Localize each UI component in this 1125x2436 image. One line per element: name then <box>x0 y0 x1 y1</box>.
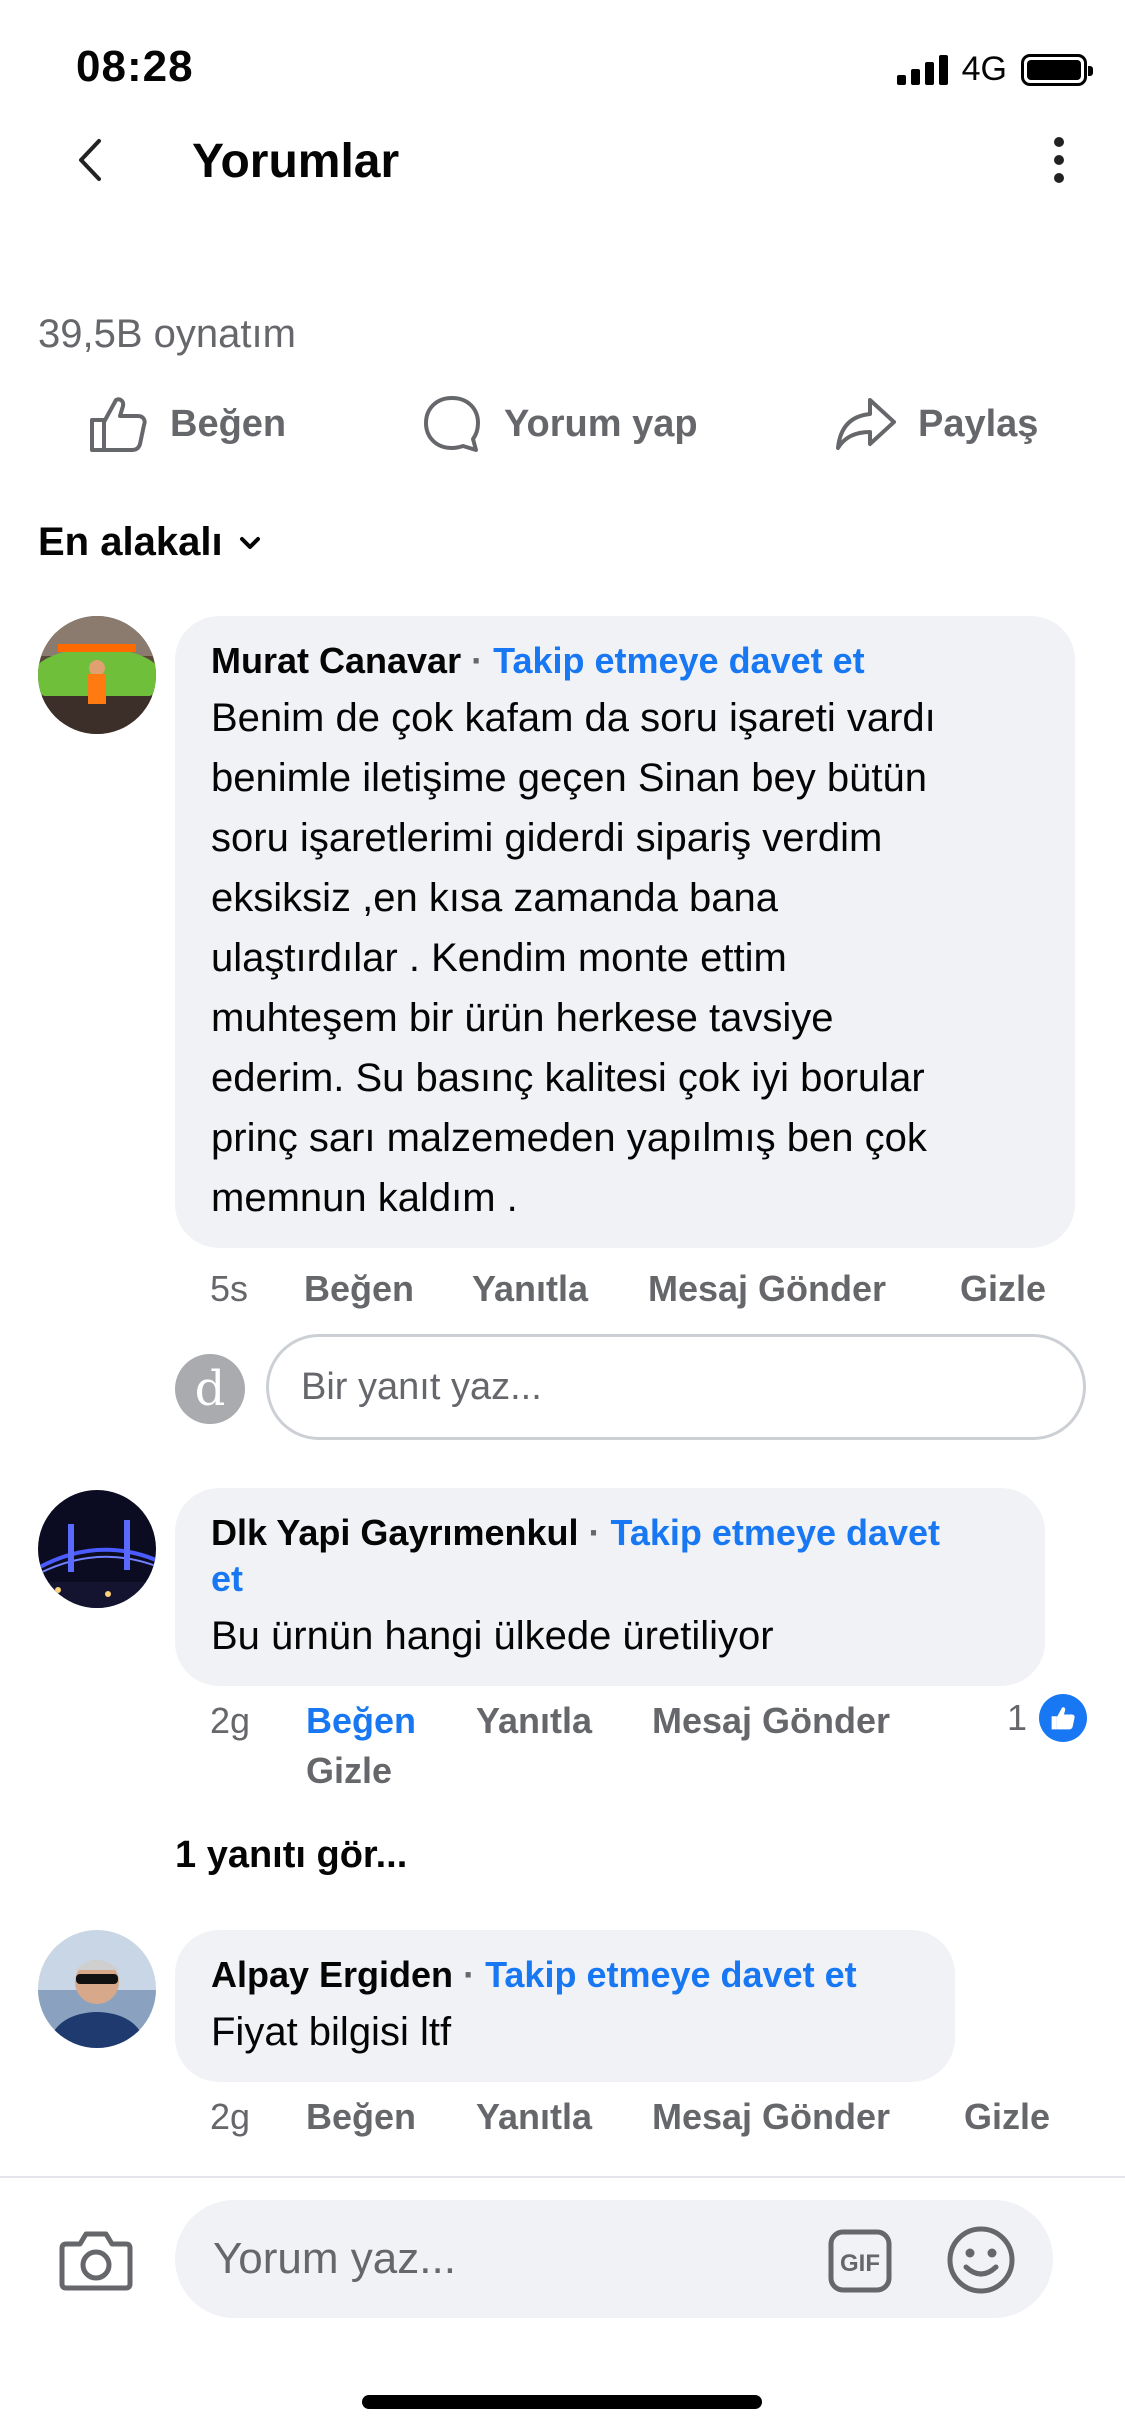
comment-time: 2g <box>210 2096 251 2137</box>
comment-bubble[interactable]: Dlk Yapi Gayrımenkul · Takip etmeye dave… <box>175 1488 1045 1686</box>
network-type: 4G <box>961 50 1007 88</box>
comment-hide-button[interactable]: Gizle <box>964 2096 1050 2138</box>
comment-text: Benim de çok kafam da soru işareti vardı… <box>211 688 1039 1228</box>
author-line: Alpay Ergiden · Takip etmeye davet et <box>211 1952 919 1998</box>
comment-like-button[interactable]: Beğen <box>306 2096 416 2138</box>
comment-button-label: Yorum yap <box>504 402 698 445</box>
emoji-icon[interactable] <box>945 2224 1017 2296</box>
status-bar: 08:28 4G <box>0 0 1125 130</box>
camera-icon[interactable] <box>58 2222 134 2298</box>
comment-time: 5s <box>210 1268 249 1309</box>
comment-reply-button[interactable]: Yanıtla <box>476 1700 592 1742</box>
comment-input[interactable]: Yorum yaz... GIF <box>175 2200 1053 2318</box>
separator: · <box>463 1954 476 1995</box>
comment-line: ederim. Su basınç kalitesi çok iyi borul… <box>211 1056 925 1100</box>
comment-like-button[interactable]: Beğen <box>306 1700 416 1742</box>
battery-icon <box>1021 53 1093 86</box>
comment-reply-button[interactable]: Yanıtla <box>476 2096 592 2138</box>
thumbs-up-icon <box>90 397 147 452</box>
comment-line: benimle iletişime geçen Sinan bey bütün <box>211 756 927 800</box>
comment-input-placeholder: Yorum yaz... <box>213 2234 456 2283</box>
comment-time: 2g <box>210 1700 251 1741</box>
comment-line: Benim de çok kafam da soru işareti vardı <box>211 696 936 740</box>
comment-hide-button[interactable]: Gizle <box>960 1268 1046 1310</box>
comment-line: prinç sarı malzemeden yapılmış ben çok <box>211 1116 927 1160</box>
play-count: 39,5B oynatım <box>38 312 296 356</box>
like-reaction-icon <box>1039 1694 1087 1742</box>
invite-link[interactable]: Takip etmeye davet <box>611 1512 940 1553</box>
comment-text: Fiyat bilgisi ltf <box>211 2010 452 2054</box>
invite-link[interactable]: Takip etmeye davet et <box>485 1954 857 1995</box>
back-arrow-icon[interactable] <box>60 130 120 190</box>
share-arrow-icon <box>836 398 896 450</box>
like-button[interactable]: Beğen <box>86 392 286 456</box>
invite-link[interactable]: Takip etmeye davet et <box>493 640 865 681</box>
chevron-down-icon <box>239 536 260 549</box>
comment-author[interactable]: Alpay Ergiden <box>211 1954 453 1995</box>
invite-link-continuation[interactable]: et <box>211 1558 243 1599</box>
page-title: Yorumlar <box>192 135 400 188</box>
share-button[interactable]: Paylaş <box>834 392 1038 456</box>
author-line: Murat Canavar · Takip etmeye davet et <box>211 638 1039 684</box>
comment-bubble[interactable]: Alpay Ergiden · Takip etmeye davet et Fi… <box>175 1930 955 2082</box>
reaction-summary[interactable]: 1 <box>1007 1694 1087 1742</box>
comment-author[interactable]: Dlk Yapi Gayrımenkul <box>211 1512 579 1553</box>
more-vertical-icon[interactable] <box>1029 130 1089 190</box>
gif-icon[interactable]: GIF <box>827 2228 893 2294</box>
signal-icon <box>896 54 948 85</box>
comment-message-button[interactable]: Mesaj Gönder <box>648 1268 886 1310</box>
status-indicators: 4G <box>896 50 1093 89</box>
reply-avatar: d <box>175 1354 245 1424</box>
comment-composer: Yorum yaz... GIF <box>0 2176 1125 2326</box>
comment-line: eksiksiz ,en kısa zamanda bana <box>211 876 778 920</box>
comment-bubble[interactable]: Murat Canavar · Takip etmeye davet et Be… <box>175 616 1075 1248</box>
comment-text: Bu ürnün hangi ülkede üretiliyor <box>211 1614 774 1658</box>
avatar[interactable] <box>38 1490 156 1608</box>
header: Yorumlar <box>0 130 1125 270</box>
comment-message-button[interactable]: Mesaj Gönder <box>652 1700 890 1742</box>
comment-message-button[interactable]: Mesaj Gönder <box>652 2096 890 2138</box>
reply-input[interactable]: Bir yanıt yaz... <box>266 1334 1086 1440</box>
avatar[interactable] <box>38 616 156 734</box>
comment-button[interactable]: Yorum yap <box>420 392 698 456</box>
separator: · <box>471 640 484 681</box>
gif-label: GIF <box>840 2250 880 2277</box>
separator: · <box>588 1512 601 1553</box>
reaction-count: 1 <box>1006 1697 1027 1738</box>
reply-row: d Bir yanıt yaz... <box>0 1334 1125 1440</box>
sort-label: En alakalı <box>38 520 223 564</box>
comment-line: muhteşem bir ürün herkese tavsiye <box>211 996 834 1040</box>
comment-line: memnun kaldım . <box>211 1176 518 1220</box>
see-replies-link[interactable]: 1 yanıtı gör... <box>175 1834 407 1877</box>
home-indicator <box>362 2395 762 2409</box>
comment-author[interactable]: Murat Canavar <box>211 640 461 681</box>
share-button-label: Paylaş <box>918 402 1039 445</box>
sort-dropdown[interactable]: En alakalı <box>38 520 261 565</box>
like-button-label: Beğen <box>170 402 287 445</box>
comment-like-button[interactable]: Beğen <box>304 1268 414 1310</box>
comment-bubble-icon <box>424 396 480 452</box>
comment-line: soru işaretlerimi giderdi sipariş verdim <box>211 816 883 860</box>
comment-reply-button[interactable]: Yanıtla <box>472 1268 588 1310</box>
author-line: Dlk Yapi Gayrımenkul · Takip etmeye dave… <box>211 1510 1009 1602</box>
status-time: 08:28 <box>76 42 194 91</box>
comment-hide-button[interactable]: Gizle <box>306 1750 392 1792</box>
post-actions: Beğen Yorum yap Paylaş <box>0 392 1125 472</box>
comment-line: ulaştırdılar . Kendim monte ettim <box>211 936 787 980</box>
avatar[interactable] <box>38 1930 156 2048</box>
